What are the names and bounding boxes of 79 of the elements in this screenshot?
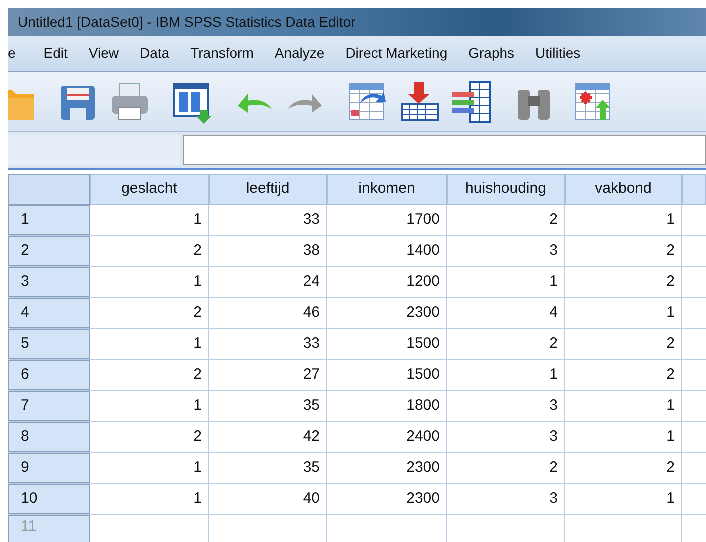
table-cell: 1 [90,329,209,359]
table-cell: 46 [209,298,327,328]
table-cell: 2300 [327,484,447,514]
table-cell: 2 [90,236,209,266]
table-cell: 2 [565,360,682,390]
row-header[interactable]: 4 [8,298,90,328]
table-cell: 1 [90,391,209,421]
table-cell: 2300 [327,453,447,483]
table-cell: 2 [447,453,565,483]
insert-row-icon[interactable] [398,80,442,124]
table-cell: 2 [447,205,565,235]
table-cell: 2 [447,329,565,359]
menu-item[interactable]: e [8,43,36,64]
table-cell: 1500 [327,329,447,359]
table-cell: 1800 [327,391,447,421]
table-cell: 2400 [327,422,447,452]
table-cell: 38 [209,236,327,266]
table-cell: 24 [209,267,327,297]
table-cell: 1 [565,422,682,452]
table-cell: 2 [565,236,682,266]
table-cell: 35 [209,453,327,483]
cell-value-field[interactable] [183,135,706,165]
table-cell: 1400 [327,236,447,266]
column-header[interactable]: huishouding [447,174,565,205]
table-cell: 40 [209,484,327,514]
row-header[interactable]: 5 [8,329,90,359]
row-header[interactable]: 3 [8,267,90,297]
table-cell: 1 [565,205,682,235]
table-cell: 2 [90,360,209,390]
row-header[interactable]: 6 [8,360,90,390]
table-cell: 1 [565,298,682,328]
row-header[interactable]: 7 [8,391,90,421]
row-header[interactable]: 1 [8,205,90,235]
table-cell: 33 [209,329,327,359]
table-cell: 2 [565,453,682,483]
table-cell: 3 [447,422,565,452]
table-cell: 2 [565,329,682,359]
column-header[interactable]: vakbond [565,174,682,205]
window-title: Untitled1 [DataSet0] - IBM SPSS Statistics Data Editor [18,12,356,32]
table-cell: 3 [447,236,565,266]
table-cell: 1 [90,484,209,514]
table-cell: 3 [447,391,565,421]
table-cell: 42 [209,422,327,452]
table-cell: 1700 [327,205,447,235]
table-cell: 3 [447,484,565,514]
table-cell: 1 [90,205,209,235]
menu-item[interactable]: Utilities [528,43,589,64]
table-cell: 27 [209,360,327,390]
table-cell: 2300 [327,298,447,328]
variable-list-icon[interactable] [450,80,494,124]
table-cell: 2 [90,298,209,328]
column-header[interactable]: inkomen [327,174,447,205]
table-cell: 1 [447,360,565,390]
menu-item[interactable]: Transform [182,43,262,64]
table-cell: 2 [565,267,682,297]
column-header[interactable]: geslacht [90,174,209,205]
cell-name-box[interactable] [8,135,180,165]
table-cell: 2 [90,422,209,452]
table-cell: 1 [565,391,682,421]
menu-item[interactable]: Data [132,43,178,64]
row-header[interactable]: 8 [8,422,90,452]
menu-item[interactable]: Edit [36,43,76,64]
menu-item[interactable]: View [80,43,128,64]
table-cell: 1200 [327,267,447,297]
table-cell: 1500 [327,360,447,390]
menu-item[interactable]: Graphs [460,43,523,64]
table-cell: 1 [90,267,209,297]
table-cell: 1 [447,267,565,297]
row-header[interactable]: 2 [8,236,90,266]
table-cell: 1 [90,453,209,483]
row-header[interactable]: 9 [8,453,90,483]
table-cell: 33 [209,205,327,235]
table-cell: 35 [209,391,327,421]
column-header[interactable]: leeftijd [209,174,327,205]
row-header[interactable]: 10 [8,484,90,514]
menu-item[interactable]: Direct Marketing [338,43,456,64]
table-cell: 1 [565,484,682,514]
menu-item[interactable]: Analyze [266,43,333,64]
table-cell: 4 [447,298,565,328]
